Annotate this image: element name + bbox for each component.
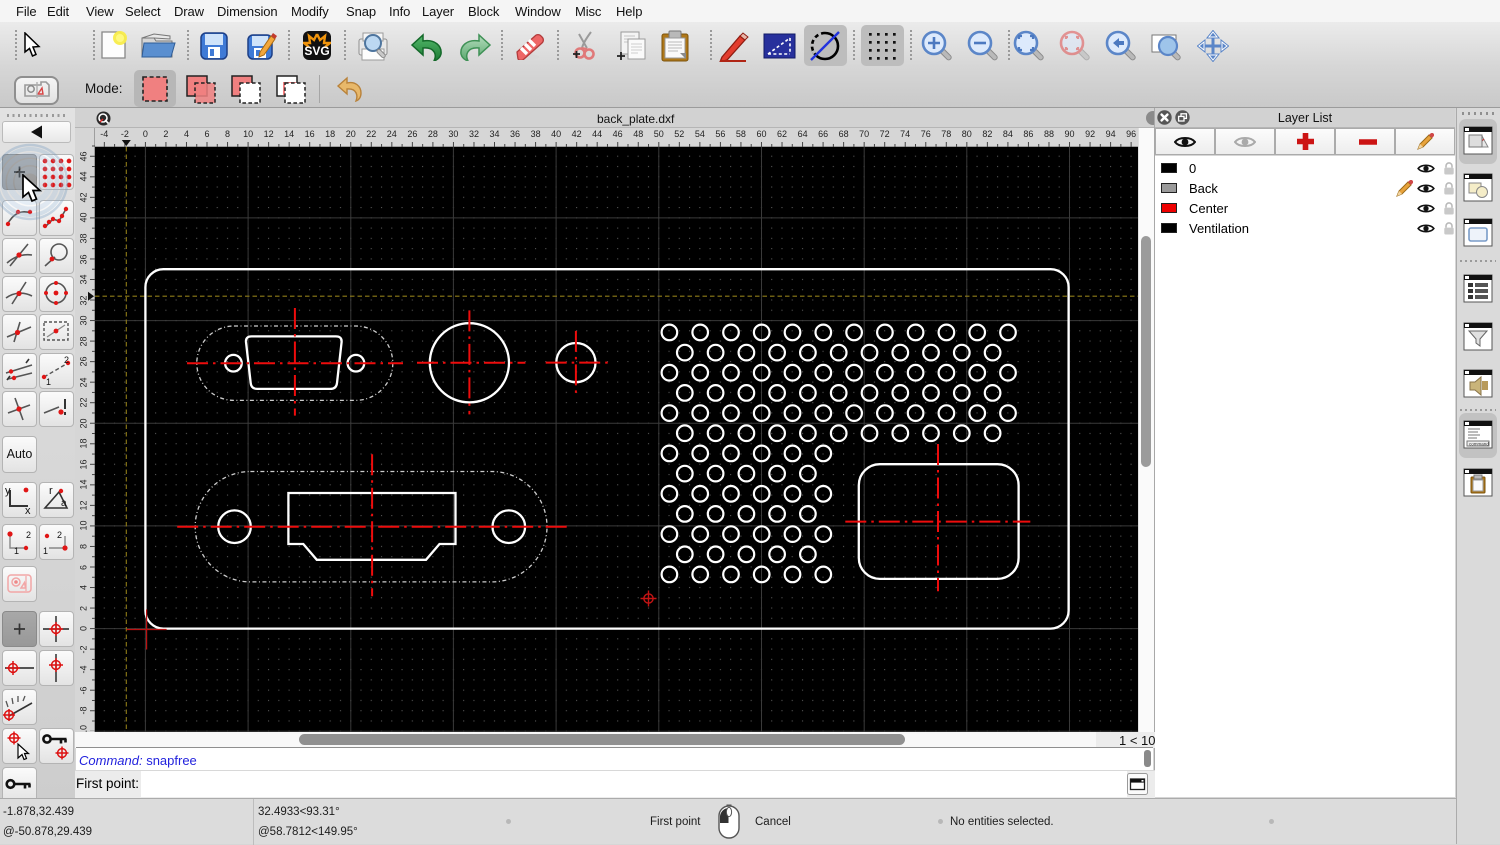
svg-text:command: command bbox=[1469, 442, 1489, 447]
svg-text:x: x bbox=[25, 505, 31, 517]
svg-text:2: 2 bbox=[26, 530, 31, 540]
svg-text:1: 1 bbox=[43, 546, 48, 556]
svg-text:1: 1 bbox=[46, 377, 51, 387]
svg-text:y: y bbox=[5, 485, 11, 497]
svg-text:SVG: SVG bbox=[304, 44, 329, 58]
svg-text:2: 2 bbox=[57, 530, 62, 540]
svg-text:2: 2 bbox=[64, 355, 69, 365]
svg-text:a: a bbox=[61, 498, 67, 509]
svg-text:r: r bbox=[49, 485, 53, 497]
svg-text:1: 1 bbox=[14, 546, 19, 556]
